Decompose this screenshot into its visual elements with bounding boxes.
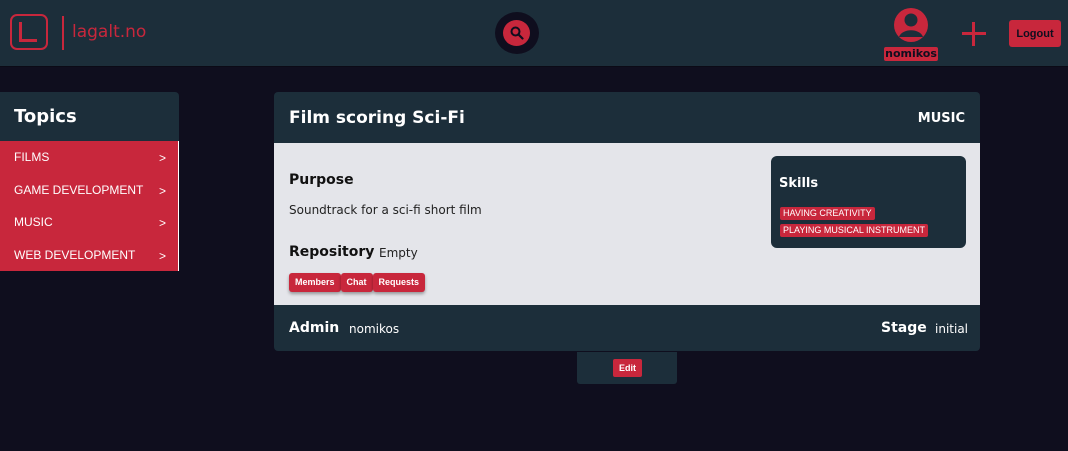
stage-label: Stage <box>881 320 927 336</box>
project-title: Film scoring Sci-Fi <box>289 108 465 128</box>
add-project-button[interactable] <box>962 22 986 46</box>
sidebar-item-music[interactable]: MUSIC > <box>0 206 178 239</box>
chevron-right-icon: > <box>158 151 166 165</box>
sidebar-item-label: MUSIC <box>14 215 53 229</box>
repository-label: Repository <box>289 244 375 260</box>
skill-tag: HAVING CREATIVITY <box>780 207 875 220</box>
sidebar-item-web-development[interactable]: WEB DEVELOPMENT > <box>0 239 178 272</box>
user-avatar-icon[interactable] <box>893 8 929 42</box>
sidebar-item-game-development[interactable]: GAME DEVELOPMENT > <box>0 174 178 207</box>
admin-value: nomikos <box>349 322 400 336</box>
logout-button[interactable]: Logout <box>1009 20 1061 47</box>
repository-value: Empty <box>379 246 418 260</box>
search-icon <box>510 26 524 40</box>
project-card-header: Film scoring Sci-Fi MUSIC <box>274 92 980 143</box>
sidebar-item-films[interactable]: FILMS > <box>0 141 178 174</box>
edit-panel: Edit <box>577 352 677 384</box>
edit-button[interactable]: Edit <box>613 359 642 377</box>
skill-tag: PLAYING MUSICAL INSTRUMENT <box>780 224 929 237</box>
sidebar-title: Topics <box>0 92 179 141</box>
sidebar-item-label: WEB DEVELOPMENT <box>14 247 136 262</box>
top-nav-bar: lagalt.no nomikos Logout <box>0 0 1068 67</box>
requests-button[interactable]: Requests <box>372 273 426 292</box>
chevron-right-icon: > <box>158 183 166 198</box>
username-badge[interactable]: nomikos <box>884 47 938 61</box>
admin-label: Admin <box>289 320 340 336</box>
search-button[interactable] <box>503 20 530 46</box>
project-tabs: Members Chat Requests <box>289 273 426 292</box>
project-card-footer: Admin nomikos Stage initial <box>274 305 980 351</box>
purpose-label: Purpose <box>289 172 354 188</box>
logo-divider <box>62 16 64 50</box>
members-button[interactable]: Members <box>289 273 341 292</box>
skills-title: Skills <box>779 176 819 191</box>
skills-panel: Skills HAVING CREATIVITY PLAYING MUSICAL… <box>771 156 966 248</box>
logo-text[interactable]: lagalt.no <box>72 22 146 42</box>
search-button-wrapper <box>495 12 539 54</box>
chevron-right-icon: > <box>158 216 166 230</box>
chat-button[interactable]: Chat <box>340 273 373 292</box>
topics-list: FILMS > GAME DEVELOPMENT > MUSIC > WEB D… <box>0 141 179 271</box>
logo-icon[interactable] <box>10 14 48 50</box>
purpose-text: Soundtrack for a sci-fi short film <box>289 203 482 217</box>
chevron-right-icon: > <box>158 248 166 263</box>
sidebar-item-label: FILMS <box>14 150 50 164</box>
topics-sidebar: Topics FILMS > GAME DEVELOPMENT > MUSIC … <box>0 92 179 271</box>
stage-value: initial <box>935 322 968 336</box>
project-category: MUSIC <box>917 111 965 126</box>
project-card: Film scoring Sci-Fi MUSIC Purpose Soundt… <box>274 92 980 351</box>
project-card-body: Purpose Soundtrack for a sci-fi short fi… <box>274 143 980 305</box>
sidebar-item-label: GAME DEVELOPMENT <box>14 182 144 197</box>
